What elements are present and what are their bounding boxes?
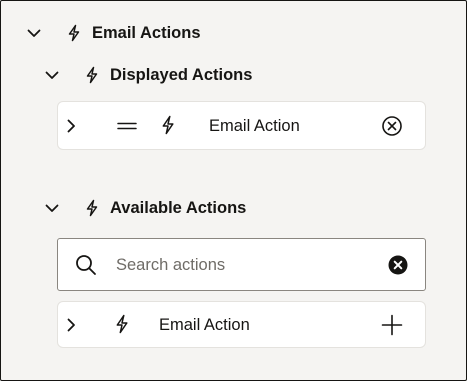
displayed-action-item[interactable]: Email Action — [57, 101, 426, 150]
displayed-actions-header[interactable]: Displayed Actions — [44, 64, 252, 86]
chevron-right-icon[interactable] — [63, 118, 79, 134]
chevron-down-icon[interactable] — [26, 25, 42, 41]
search-field[interactable]: Search actions — [57, 238, 426, 291]
available-actions-title: Available Actions — [110, 198, 247, 217]
available-action-label: Email Action — [159, 316, 250, 334]
lightning-icon — [84, 199, 100, 217]
chevron-down-icon[interactable] — [44, 200, 60, 216]
clear-icon[interactable] — [388, 255, 408, 275]
lightning-icon — [114, 314, 130, 334]
email-actions-header[interactable]: Email Actions — [26, 22, 201, 44]
lightning-icon — [84, 66, 100, 84]
chevron-down-icon[interactable] — [44, 67, 60, 83]
plus-icon[interactable] — [381, 314, 403, 336]
drag-handle-icon[interactable] — [116, 118, 138, 134]
displayed-actions-title: Displayed Actions — [110, 65, 253, 84]
displayed-action-label: Email Action — [209, 117, 300, 135]
search-input[interactable]: Search actions — [116, 256, 225, 275]
lightning-icon — [66, 24, 82, 42]
remove-circle-icon[interactable] — [381, 115, 403, 137]
chevron-right-icon[interactable] — [63, 317, 79, 333]
available-actions-header[interactable]: Available Actions — [44, 197, 246, 219]
email-actions-title: Email Actions — [92, 23, 201, 42]
lightning-icon — [160, 115, 176, 135]
available-action-item[interactable]: Email Action — [57, 301, 426, 348]
search-icon — [75, 254, 97, 276]
